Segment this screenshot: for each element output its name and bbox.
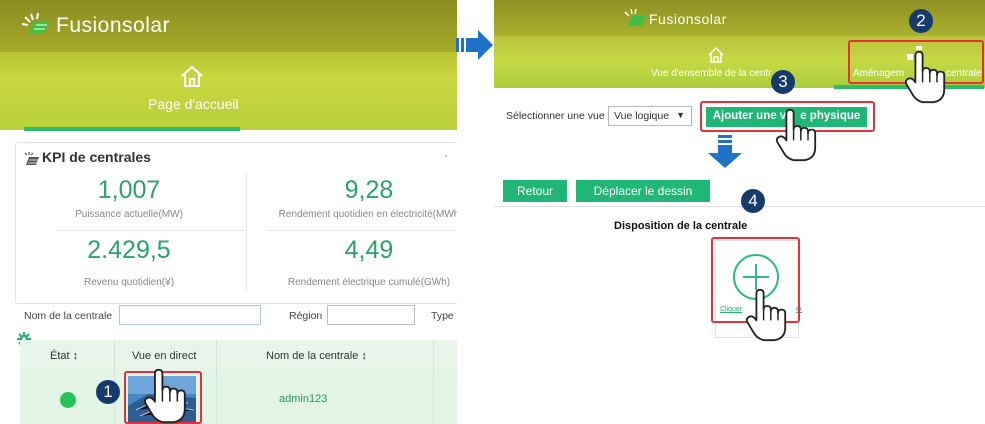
region-input[interactable] <box>327 305 415 325</box>
app-title: Fusionsolar <box>649 11 727 27</box>
kpi-label-total-yield: Rendement électrique cumulé(GWh) <box>287 277 451 288</box>
status-online-icon <box>60 392 76 408</box>
kpi-value-revenue: 2.429,5 <box>87 236 171 264</box>
column-live-view: Vue en direct <box>132 350 197 362</box>
kpi-divider <box>246 173 247 291</box>
kpi-label-revenue: Revenu quotidien(¥) <box>83 277 175 288</box>
pointing-hand-icon <box>144 368 186 424</box>
kpi-value-daily-yield: 9,28 <box>344 176 394 204</box>
kpi-label-daily-yield: Rendement quotidien en électricité(MWh <box>278 209 457 220</box>
column-divider <box>433 340 434 424</box>
fusionsolar-logo-icon <box>624 9 646 26</box>
pointing-hand-icon <box>904 50 946 104</box>
kpi-value-total-yield: 4,49 <box>344 236 394 264</box>
down-arrow-icon <box>708 135 742 168</box>
homepage-panel: Fusionsolar Page d'accueil KPI de centra… <box>0 0 457 424</box>
kpi-card: KPI de centrales · 1,007 Puissance actue… <box>15 142 457 304</box>
solar-panel-icon <box>24 152 39 165</box>
column-plant-name[interactable]: Nom de la centrale ↕ <box>266 350 367 362</box>
fusionsolar-logo-icon <box>22 13 49 33</box>
next-step-arrow-icon <box>456 30 493 60</box>
column-status[interactable]: État ↕ <box>50 350 78 362</box>
plant-name-input[interactable] <box>119 305 261 325</box>
view-select-value: Vue logique <box>614 110 670 122</box>
select-view-label: Sélectionner une vue <box>506 110 605 122</box>
kpi-value-power: 1,007 <box>97 176 161 204</box>
kpi-label-power: Puissance actuelle(MW) <box>75 209 183 220</box>
back-button[interactable]: Retour <box>503 180 567 202</box>
step-badge-4: 4 <box>741 189 765 213</box>
home-tab-label[interactable]: Page d'accueil <box>148 96 239 112</box>
plant-name-filter-label: Nom de la centrale <box>24 310 113 322</box>
kpi-divider <box>266 230 456 231</box>
tab-plant-overview[interactable]: Vue d'ensemble de la centr <box>651 68 772 79</box>
step-badge-2: 2 <box>909 9 933 33</box>
step-badge-1: 1 <box>96 380 120 404</box>
column-divider <box>216 340 217 424</box>
kpi-divider <box>56 230 246 231</box>
plant-name-link[interactable]: admin123 <box>279 393 327 405</box>
view-select[interactable]: Vue logique ▼ <box>608 106 692 126</box>
plant-layout-title: Disposition de la centrale <box>614 220 748 232</box>
chevron-down-icon: ▼ <box>676 110 685 120</box>
kpi-title: KPI de centrales <box>42 149 151 165</box>
move-drawing-button[interactable]: Déplacer le dessin <box>576 180 710 202</box>
toolbar-divider <box>494 206 985 207</box>
type-filter-label: Type <box>431 310 454 322</box>
active-tab-indicator <box>24 127 240 131</box>
plant-table-header: État ↕ Vue en direct Nom de la centrale … <box>20 340 457 373</box>
pointing-hand-icon <box>775 108 817 162</box>
home-icon[interactable] <box>707 46 725 64</box>
step-badge-3: 3 <box>771 70 795 94</box>
region-filter-label: Région <box>289 310 323 322</box>
pointing-hand-icon <box>745 288 787 342</box>
home-icon[interactable] <box>179 64 205 88</box>
app-title: Fusionsolar <box>56 14 171 37</box>
table-row[interactable]: admin123 <box>20 372 457 424</box>
more-menu-icon[interactable]: · <box>444 147 449 163</box>
homepage-header: Fusionsolar Page d'accueil <box>0 0 457 130</box>
